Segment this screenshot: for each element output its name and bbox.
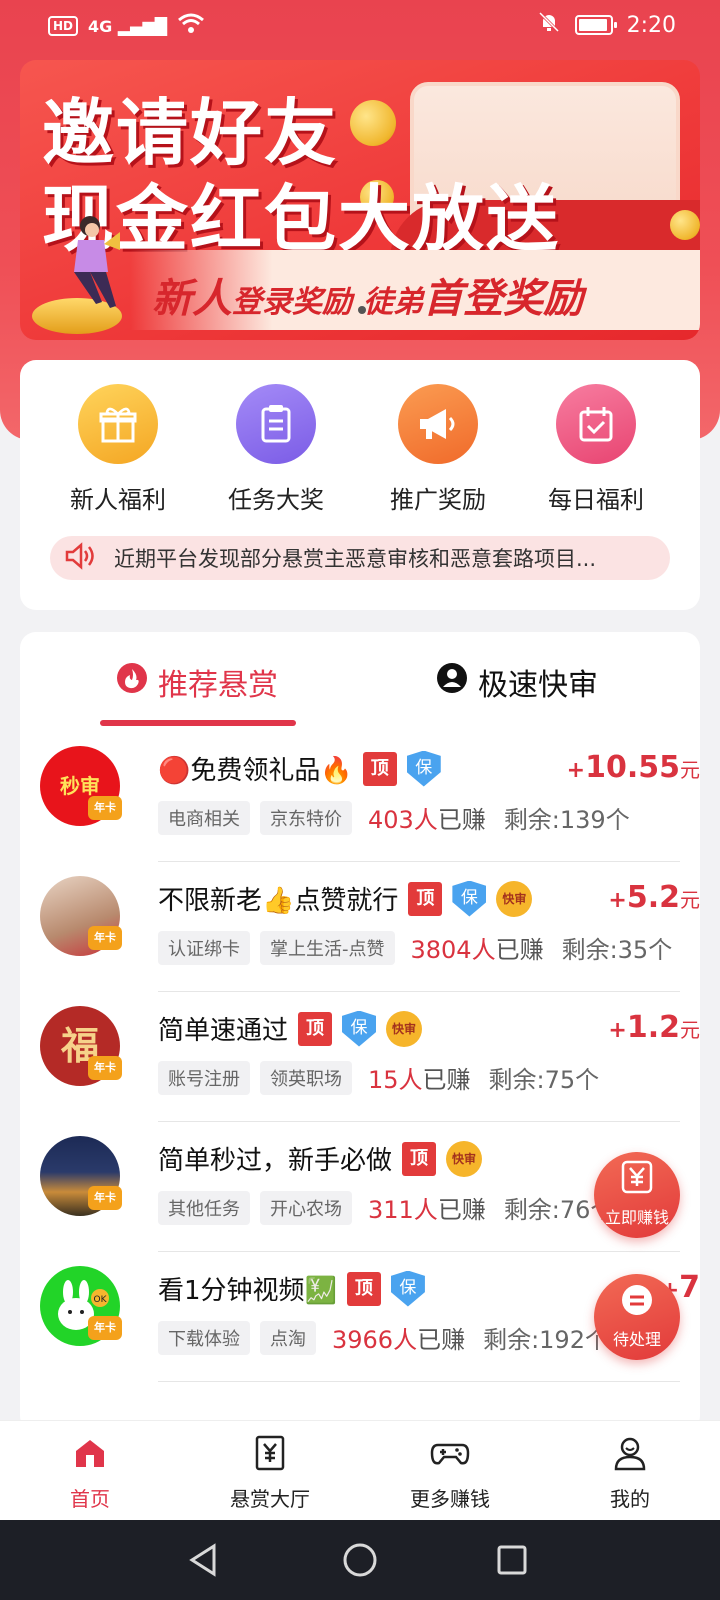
pinned-badge: 顶: [362, 751, 397, 786]
earned-count: 403人已赚: [368, 806, 486, 834]
task-title: 🔴免费领礼品🔥 顶 保: [158, 750, 441, 787]
guarantee-shield-icon: 保: [406, 750, 441, 787]
coin-icon: [670, 210, 700, 240]
category-chip: 其他任务: [158, 1190, 250, 1225]
back-icon[interactable]: [186, 1542, 220, 1578]
earned-count: 3804人已赚: [410, 936, 544, 964]
earned-count: 3966人已赚: [332, 1326, 466, 1354]
guarantee-shield-icon: 保: [342, 1010, 377, 1047]
task-title: 简单秒过，新手必做 顶 快审: [158, 1140, 483, 1177]
fast-review-badge: 快审: [496, 880, 533, 917]
earned-count: 15人已赚: [368, 1066, 471, 1094]
pending-button[interactable]: 待处理: [594, 1274, 680, 1360]
user-circle-icon: [436, 662, 468, 702]
guarantee-shield-icon: 保: [390, 1270, 425, 1307]
remaining-count: 剩余:192个: [483, 1326, 609, 1354]
user-icon: [610, 1433, 650, 1473]
flame-icon: [116, 662, 148, 702]
category-chip: 开心农场: [260, 1190, 352, 1225]
task-item[interactable]: 秒审 年卡 🔴免费领礼品🔥 顶 保 电商相关 京东特价 403人已赚 剩余:13…: [40, 732, 700, 862]
task-title: 看1分钟视频💹 顶 保: [158, 1270, 425, 1307]
recent-apps-icon[interactable]: [496, 1544, 528, 1576]
vip-crown-badge: 年卡: [88, 1056, 122, 1080]
task-item[interactable]: 福 年卡 简单速通过 顶 保 快审 账号注册 领英职场 15人已赚 剩余:75个…: [40, 992, 700, 1122]
home-icon: [70, 1433, 110, 1473]
nav-bounty-hall[interactable]: 悬赏大厅: [200, 1433, 340, 1512]
task-tabs: 推荐悬赏 极速快审: [20, 632, 700, 732]
pinned-badge: 顶: [346, 1271, 381, 1306]
battery-icon: [574, 15, 617, 35]
earn-now-button[interactable]: 立即赚钱: [594, 1152, 680, 1238]
wifi-icon: [177, 12, 205, 40]
vip-crown-badge: 年卡: [88, 796, 122, 820]
speaker-icon: [64, 542, 96, 574]
category-chip: 电商相关: [158, 800, 250, 835]
yen-receipt-icon: [250, 1433, 290, 1473]
nav-mine[interactable]: 我的: [560, 1433, 700, 1512]
nav-home[interactable]: 首页: [20, 1433, 160, 1512]
active-tab-indicator: [100, 720, 296, 726]
pinned-badge: 顶: [298, 1011, 333, 1046]
banner-subtitle: 新人登录奖励 徒弟首登奖励: [152, 276, 584, 322]
quick-item-promotion-reward[interactable]: 推广奖励: [358, 384, 518, 515]
category-chip: 账号注册: [158, 1060, 250, 1095]
hd-icon: HD: [48, 16, 79, 36]
pinned-badge: 顶: [408, 881, 443, 916]
signal-icon: 4G ▂▄▆█: [88, 16, 168, 36]
nav-more-earnings[interactable]: 更多赚钱: [380, 1433, 520, 1512]
task-title: 简单速通过 顶 保 快审: [158, 1010, 423, 1047]
pinned-badge: 顶: [402, 1141, 437, 1176]
svg-text:OK: OK: [94, 1295, 108, 1305]
guarantee-shield-icon: 保: [452, 880, 487, 917]
calendar-check-icon: [556, 384, 636, 464]
status-bar: HD 4G ▂▄▆█ 2:20: [0, 0, 720, 50]
tab-recommended[interactable]: 推荐悬赏: [116, 660, 278, 704]
chat-icon: [622, 1285, 652, 1315]
coin-icon: [350, 100, 396, 146]
home-circle-icon[interactable]: [342, 1542, 378, 1578]
clock: 2:20: [626, 12, 676, 38]
notice-text: 近期平台发现部分悬赏主恶意审核和恶意套路项目...: [114, 547, 597, 571]
vip-crown-badge: 年卡: [88, 1316, 122, 1340]
fast-review-badge: 快审: [386, 1010, 423, 1047]
fast-review-badge: 快审: [446, 1140, 483, 1177]
category-chip: 领英职场: [260, 1060, 352, 1095]
task-title: 不限新老👍点赞就行 顶 保 快审: [158, 880, 533, 917]
tab-fast-review[interactable]: 极速快审: [436, 660, 598, 704]
mute-bell-icon: [537, 10, 561, 40]
quick-menu-card: 新人福利 任务大奖 推广奖励 每日福利 近期平台发现部分悬赏主恶意审核和恶意套路…: [20, 360, 700, 610]
remaining-count: 剩余:75个: [488, 1066, 600, 1094]
earned-count: 311人已赚: [368, 1196, 486, 1224]
remaining-count: 剩余:35个: [561, 936, 673, 964]
remaining-count: 剩余:139个: [503, 806, 630, 834]
system-navigation-bar: [0, 1520, 720, 1600]
vip-crown-badge: 年卡: [88, 1186, 122, 1210]
category-chip: 掌上生活-点赞: [260, 930, 395, 965]
gamepad-icon: [430, 1433, 470, 1473]
category-chip: 认证绑卡: [158, 930, 250, 965]
reward-price: +10.55元: [566, 750, 700, 785]
yen-icon: [621, 1160, 653, 1194]
category-chip: 点淘: [260, 1320, 316, 1355]
quick-item-task-prize[interactable]: 任务大奖: [196, 384, 356, 515]
clipboard-icon: [236, 384, 316, 464]
task-item[interactable]: 年卡 不限新老👍点赞就行 顶 保 快审 认证绑卡 掌上生活-点赞 3804人已赚…: [40, 862, 700, 992]
reward-price: +1.2元: [608, 1010, 700, 1045]
vip-crown-badge: 年卡: [88, 926, 122, 950]
reward-price: +5.2元: [608, 880, 700, 915]
carousel-indicator: [358, 306, 366, 314]
woman-megaphone-illustration: [74, 216, 120, 308]
megaphone-icon: [398, 384, 478, 464]
quick-item-daily-welfare[interactable]: 每日福利: [516, 384, 676, 515]
invite-banner[interactable]: 邀请好友 现金红包大放送 新人登录奖励 徒弟首登奖励: [20, 60, 700, 340]
gift-icon: [78, 384, 158, 464]
category-chip: 京东特价: [260, 800, 352, 835]
category-chip: 下载体验: [158, 1320, 250, 1355]
notice-bar[interactable]: 近期平台发现部分悬赏主恶意审核和恶意套路项目...: [50, 536, 670, 580]
bottom-navigation: 首页 悬赏大厅 更多赚钱 我的: [0, 1420, 720, 1520]
quick-item-new-user-welfare[interactable]: 新人福利: [38, 384, 198, 515]
